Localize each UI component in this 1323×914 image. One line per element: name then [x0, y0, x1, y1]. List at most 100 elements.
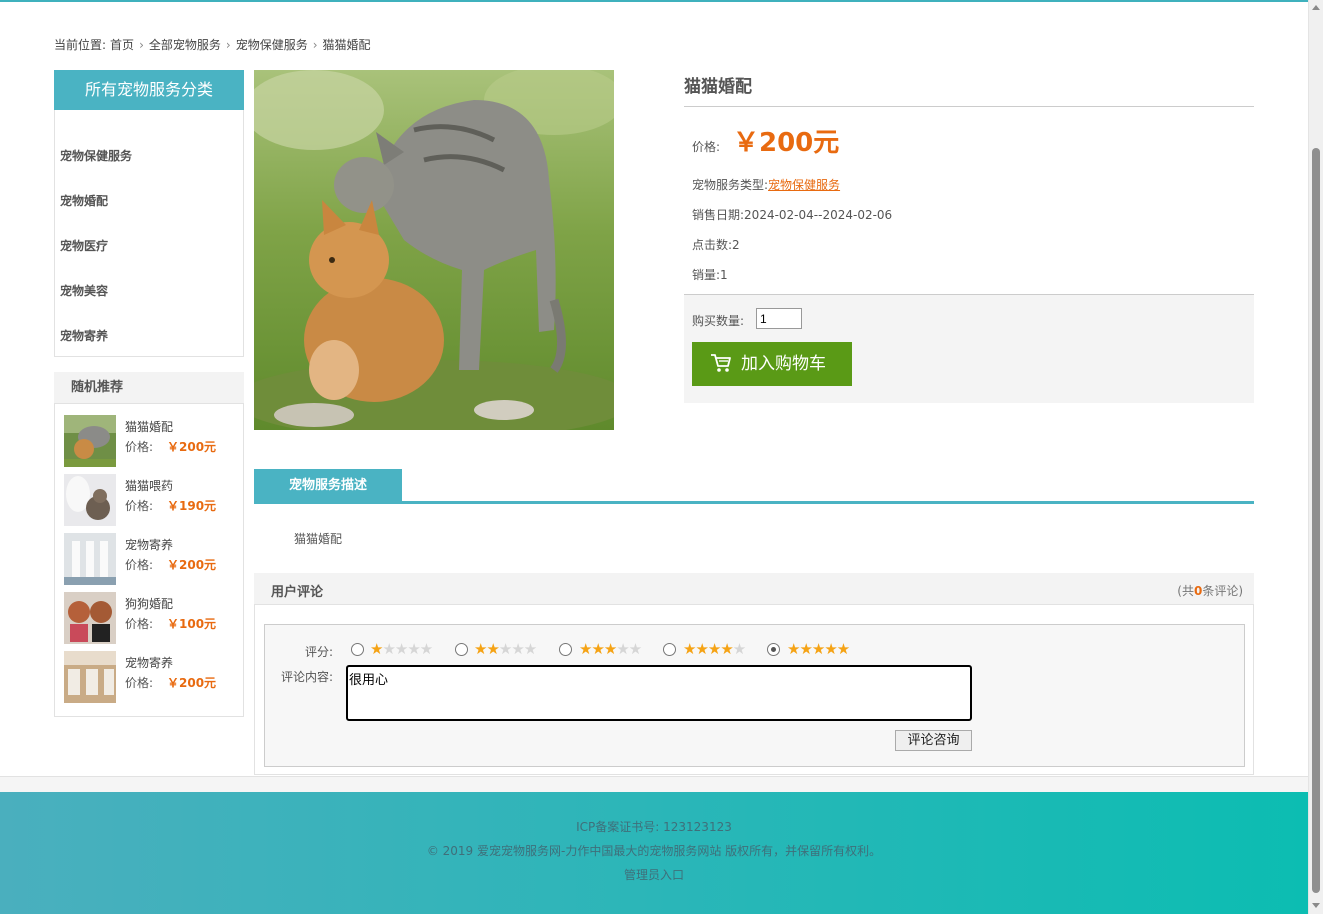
scroll-down-arrow-icon[interactable] — [1312, 903, 1320, 908]
list-item[interactable]: 宠物寄养 价格: ￥200元 — [64, 533, 239, 585]
quantity-input[interactable] — [756, 308, 802, 329]
list-item[interactable]: 宠物寄养 价格: ￥200元 — [64, 651, 239, 703]
shopping-cart-icon — [711, 354, 731, 372]
clicks-row: 点击数:2 — [692, 236, 740, 253]
recommend-price-label: 价格: — [125, 558, 154, 572]
purchase-panel: 购买数量: 加入购物车 — [684, 294, 1254, 403]
comments-header: 用户评论 (共0条评论) — [254, 573, 1254, 605]
recommend-thumbnail[interactable] — [64, 474, 116, 526]
footer-icp: ICP备案证书号: 123123123 — [576, 820, 732, 834]
recommend-name[interactable]: 狗狗婚配 — [125, 595, 173, 612]
product-price: ￥200元 — [733, 128, 840, 158]
rating-radio-3[interactable] — [559, 643, 572, 656]
sales-label: 销量: — [692, 268, 721, 282]
comment-count: (共0条评论) — [1177, 582, 1243, 599]
footer-copyright: © 2019 爱宠宠物服务网-力作中国最大的宠物服务网站 版权所有，并保留所有权… — [426, 844, 882, 858]
top-accent-line — [0, 0, 1308, 2]
price-label: 价格: — [692, 140, 721, 154]
recommend-price: ￥200元 — [167, 558, 217, 572]
breadcrumb-item-current: 猫猫婚配 — [322, 38, 371, 52]
breadcrumb-prefix: 当前位置: — [54, 38, 107, 52]
comment-count-suffix: 条评论) — [1202, 584, 1243, 598]
comments-title: 用户评论 — [271, 585, 324, 600]
comment-content-label: 评论内容: — [281, 670, 334, 684]
recommend-price-label: 价格: — [125, 440, 154, 454]
service-type-label: 宠物服务类型: — [692, 178, 769, 192]
rating-radio-5[interactable] — [767, 643, 780, 656]
add-to-cart-label: 加入购物车 — [741, 354, 826, 373]
recommend-thumbnail[interactable] — [64, 651, 116, 703]
scroll-up-arrow-icon[interactable] — [1312, 5, 1320, 10]
chevron-right-icon: › — [312, 38, 318, 52]
recommend-price: ￥190元 — [167, 499, 217, 513]
recommend-price: ￥200元 — [167, 440, 217, 454]
sale-date-value: 2024-02-04--2024-02-06 — [744, 208, 893, 222]
recommend-price: ￥200元 — [167, 676, 217, 690]
quantity-label: 购买数量: — [692, 314, 745, 328]
recommend-price-label: 价格: — [125, 499, 154, 513]
chevron-right-icon: › — [225, 38, 231, 52]
rating-radio-4[interactable] — [663, 643, 676, 656]
star-rating-4-icon: ★★★★★ — [683, 640, 746, 658]
rating-radio-2[interactable] — [455, 643, 468, 656]
recommend-name[interactable]: 猫猫婚配 — [125, 418, 173, 435]
rating-radio-1[interactable] — [351, 643, 364, 656]
recommend-panel: 随机推荐 猫猫婚配 价格: ￥200元 猫猫喂药 价格: ￥190元 宠物寄养 … — [54, 372, 244, 717]
recommend-name[interactable]: 猫猫喂药 — [125, 477, 173, 494]
recommend-name[interactable]: 宠物寄养 — [125, 536, 173, 553]
service-type-row: 宠物服务类型:宠物保健服务 — [692, 176, 840, 193]
star-rating-2-icon: ★★★★★ — [474, 640, 537, 658]
category-panel-title: 所有宠物服务分类 — [54, 70, 244, 110]
vertical-scrollbar[interactable] — [1308, 0, 1323, 914]
category-panel: 所有宠物服务分类 宠物保健服务 宠物婚配 宠物医疗 宠物美容 宠物寄养 — [54, 70, 244, 357]
chevron-right-icon: › — [139, 38, 144, 52]
footer-spacer — [0, 776, 1308, 792]
comments-panel: 用户评论 (共0条评论) 评分: ★★★★★ ★★★★★ ★★★★★ ★★★★★… — [254, 573, 1254, 775]
service-type-link[interactable]: 宠物保健服务 — [768, 178, 840, 192]
breadcrumb-item-all-services[interactable]: 全部宠物服务 — [149, 38, 221, 52]
list-item[interactable]: 狗狗婚配 价格: ￥100元 — [64, 592, 239, 644]
sale-date-label: 销售日期: — [692, 208, 745, 222]
scrollbar-thumb[interactable] — [1312, 148, 1320, 893]
sidebar-item-medical[interactable]: 宠物医疗 — [60, 237, 108, 254]
title-divider — [684, 106, 1254, 107]
description-text: 猫猫婚配 — [294, 532, 343, 546]
recommend-price-label: 价格: — [125, 617, 154, 631]
tab-underline — [254, 501, 1254, 504]
sales-row: 销量:1 — [692, 266, 728, 283]
clicks-label: 点击数: — [692, 238, 733, 252]
recommend-thumbnail[interactable] — [64, 533, 116, 585]
sidebar-item-health[interactable]: 宠物保健服务 — [60, 147, 132, 164]
star-rating-5-icon: ★★★★★ — [787, 640, 850, 658]
recommend-price: ￥100元 — [167, 617, 217, 631]
footer: ICP备案证书号: 123123123 © 2019 爱宠宠物服务网-力作中国最… — [0, 792, 1308, 914]
add-to-cart-button[interactable]: 加入购物车 — [692, 342, 852, 386]
sidebar-item-mating[interactable]: 宠物婚配 — [60, 192, 108, 209]
recommend-thumbnail[interactable] — [64, 592, 116, 644]
sidebar-item-boarding[interactable]: 宠物寄养 — [60, 327, 108, 344]
submit-comment-button[interactable]: 评论咨询 — [895, 730, 972, 751]
breadcrumb-item-category[interactable]: 宠物保健服务 — [236, 38, 308, 52]
list-item[interactable]: 猫猫婚配 价格: ￥200元 — [64, 415, 239, 467]
recommend-thumbnail[interactable] — [64, 415, 116, 467]
rating-label: 评分: — [305, 645, 334, 659]
admin-link[interactable]: 管理员入口 — [0, 866, 1308, 883]
list-item[interactable]: 猫猫喂药 价格: ￥190元 — [64, 474, 239, 526]
breadcrumb: 当前位置: 首页 › 全部宠物服务 › 宠物保健服务 › 猫猫婚配 — [54, 36, 375, 53]
product-image — [254, 70, 614, 430]
clicks-value: 2 — [732, 238, 740, 252]
star-rating-3-icon: ★★★★★ — [579, 640, 642, 658]
sales-value: 1 — [720, 268, 728, 282]
comment-form: 评分: ★★★★★ ★★★★★ ★★★★★ ★★★★★ ★★★★★ 评论内容: … — [264, 624, 1245, 767]
sale-date-row: 销售日期:2024-02-04--2024-02-06 — [692, 206, 892, 223]
recommend-price-label: 价格: — [125, 676, 154, 690]
breadcrumb-item-home[interactable]: 首页 — [110, 38, 134, 52]
comment-count-prefix: (共 — [1177, 584, 1194, 598]
sidebar-item-grooming[interactable]: 宠物美容 — [60, 282, 108, 299]
recommend-name[interactable]: 宠物寄养 — [125, 654, 173, 671]
comment-textarea[interactable]: 很用心 — [346, 665, 972, 721]
product-title: 猫猫婚配 — [684, 77, 752, 97]
star-rating-1-icon: ★★★★★ — [370, 640, 433, 658]
tab-description[interactable]: 宠物服务描述 — [254, 469, 402, 502]
recommend-panel-title: 随机推荐 — [54, 372, 244, 404]
